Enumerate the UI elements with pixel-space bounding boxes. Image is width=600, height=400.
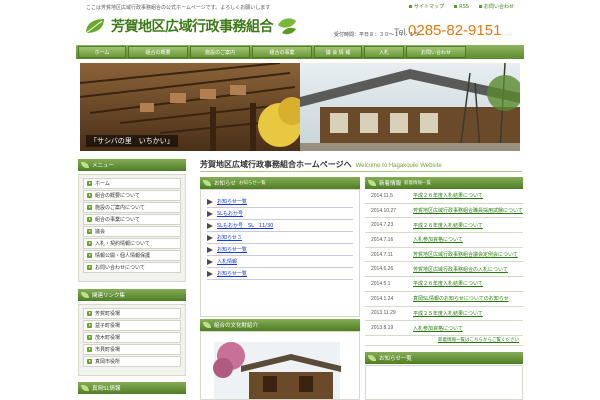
sidebar-item-assembly[interactable]: 議会	[83, 226, 181, 237]
leaf-icon	[368, 180, 376, 186]
list-item[interactable]: お知らせ一覧	[207, 268, 353, 280]
bullet-icon	[409, 5, 413, 8]
list-item[interactable]: SLもおか号 SL 11/30	[207, 220, 353, 232]
leaf-logo-icon	[85, 19, 104, 34]
top-link-contact[interactable]: お問い合わせ	[478, 3, 514, 10]
triangle-bullet-icon	[207, 258, 213, 265]
news-heading: 新着情報 新着情報一覧	[365, 177, 523, 189]
sidebar-item-contact[interactable]: お問い合わせについて	[83, 262, 181, 273]
sidebar-link-moka[interactable]: 真岡市役所	[83, 356, 181, 367]
page-wrapper: ここは芳賀地区広域行政事務組合の公式ホームページです。よろしくお願いします サイ…	[76, 0, 524, 400]
nav-bidding[interactable]: 入札	[364, 46, 404, 58]
site-logo[interactable]: 芳賀地区広域行政事務組合	[84, 16, 298, 36]
arrow-right-icon	[87, 335, 92, 340]
hero-banner: 「サシバの里 いちかい」	[80, 63, 520, 151]
sidebar-links: 芳賀町役場 益子町役場 茂木町役場 市貝町役場 真岡市役所	[78, 304, 186, 376]
top-link-sitemap[interactable]: サイトマップ	[409, 3, 444, 10]
nav-facilities[interactable]: 施設のご案内	[190, 46, 250, 58]
sidebar-menu: ホーム 組合の概要について 施設のご案内について 組合の事業について 議会 入札…	[78, 174, 186, 282]
cultural-property-photo[interactable]	[201, 332, 359, 399]
list-item[interactable]: お知らせ一覧	[207, 244, 353, 256]
notice-heading: お知らせ お知らせ一覧	[200, 177, 360, 189]
bullet-icon	[454, 5, 458, 8]
arrow-right-icon	[87, 253, 92, 258]
sidebar-item-about[interactable]: 組合の概要について	[83, 190, 181, 201]
sidebar-links-heading: 関連リンク集	[78, 289, 186, 301]
arrow-right-icon	[87, 265, 92, 270]
arrow-right-icon	[87, 359, 92, 364]
list-item[interactable]: SLもおか号	[207, 208, 353, 220]
logo-text: 芳賀地区広域行政事務組合	[111, 19, 274, 35]
leaf-icon	[81, 292, 89, 298]
sidebar-link-motegi[interactable]: 茂木町役場	[83, 332, 181, 343]
nav-projects[interactable]: 組合の事業	[252, 46, 312, 58]
main-navigation: ホーム 組合の概要 施設のご案内 組合の事業 議 会 情 報 入札 お問い合わせ	[76, 45, 524, 59]
arrow-right-icon	[87, 241, 92, 246]
triangle-bullet-icon	[207, 270, 213, 277]
table-row[interactable]: 2014.5.1 平成２６年度入札結果について	[365, 277, 523, 292]
sidebar-item-bidding[interactable]: 入札・契約情報について	[83, 238, 181, 249]
arrow-right-icon	[87, 229, 92, 234]
sidebar-link-haga[interactable]: 芳賀町役場	[83, 308, 181, 319]
arrow-right-icon	[87, 323, 92, 328]
sidebar-menu-heading: メニュー	[78, 159, 186, 171]
bullet-icon	[478, 5, 482, 8]
news-more-link[interactable]: 新着情報一覧はこちらからご覧ください	[365, 336, 523, 346]
list-item[interactable]: お知らせ一覧	[207, 196, 353, 208]
hero-caption: 「サシバの里 いちかい」	[86, 135, 178, 147]
triangle-bullet-icon	[207, 210, 213, 217]
nav-assembly[interactable]: 議 会 情 報	[314, 46, 362, 58]
table-row[interactable]: 2014.6.26 芳賀地区広域行政事務組合の入札について	[365, 262, 523, 278]
photo-box	[200, 331, 360, 400]
sidebar-link-mashiko[interactable]: 益子町役場	[83, 320, 181, 331]
leaf-icon	[203, 322, 211, 328]
leaf-logo-icon	[278, 18, 296, 35]
nav-contact[interactable]: お問い合わせ	[406, 46, 466, 58]
leaf-icon	[81, 385, 89, 391]
nav-about[interactable]: 組合の概要	[128, 46, 188, 58]
notice-list: お知らせ一覧 SLもおか号 SLもおか号 SL 11/30 お知らせ３ お知らせ…	[200, 189, 360, 317]
triangle-bullet-icon	[207, 234, 213, 241]
arrow-right-icon	[87, 311, 92, 316]
leaf-icon	[81, 162, 89, 168]
table-row[interactable]: 2014.1.24 真岡SL情報のお知らせについてのお知らせ	[365, 292, 523, 307]
phone-number: Tel.0285-82-9151	[394, 22, 502, 39]
top-links: サイトマップ RSS お問い合わせ	[409, 3, 514, 10]
news-list: 2014.11.5 平成２６年度入札結果について 2014.10.27 芳賀地区広域…	[365, 189, 523, 349]
bottom-right-heading: お知らせ一覧	[365, 352, 523, 364]
nav-home[interactable]: ホーム	[78, 46, 126, 58]
page-title: 芳賀地区広域行政事務組合ホームページへ Welcome to Hagakouik…	[200, 160, 442, 169]
sidebar-item-facilities[interactable]: 施設のご案内について	[83, 202, 181, 213]
sidebar-item-disclosure[interactable]: 情報公開・個人情報保護	[83, 250, 181, 261]
leaf-icon	[368, 355, 376, 361]
site-tagline: ここは芳賀地区広域行政事務組合の公式ホームページです。よろしくお願いします	[86, 5, 271, 11]
sidebar-sl-heading: 真岡SL情報	[78, 382, 186, 394]
leaf-icon	[203, 180, 211, 186]
photo-heading: 組合の文化財紹介	[200, 319, 360, 331]
top-link-rss[interactable]: RSS	[454, 3, 469, 10]
table-row[interactable]: 2013.8.19 入札参加資格について	[365, 321, 523, 336]
sidebar-item-projects[interactable]: 組合の事業について	[83, 214, 181, 225]
table-row[interactable]: 2013.11.29 平成２５年度入札結果について	[365, 307, 523, 322]
table-row[interactable]: 2014.7.23 平成２６年度入札結果について	[365, 218, 523, 234]
arrow-right-icon	[87, 181, 92, 186]
arrow-right-icon	[87, 193, 92, 198]
title-divider	[200, 171, 522, 172]
table-row[interactable]: 2014.7.11 芳賀地区広域行政事務組合議会定例会について	[365, 248, 523, 263]
triangle-bullet-icon	[207, 246, 213, 253]
arrow-right-icon	[87, 347, 92, 352]
bottom-right-box	[365, 365, 523, 400]
table-row[interactable]: 2014.7.16 入札参加資格について	[365, 233, 523, 248]
sidebar-item-home[interactable]: ホーム	[83, 178, 181, 189]
table-row[interactable]: 2014.11.5 平成２６年度入札結果について	[365, 189, 523, 204]
arrow-right-icon	[87, 205, 92, 210]
triangle-bullet-icon	[207, 198, 213, 205]
list-item[interactable]: お知らせ３	[207, 232, 353, 244]
list-item[interactable]: 入札情報	[207, 256, 353, 268]
table-row[interactable]: 2014.10.27 芳賀地区広域行政事務組合職員採用試験について	[365, 204, 523, 219]
arrow-right-icon	[87, 217, 92, 222]
triangle-bullet-icon	[207, 222, 213, 229]
sidebar-link-ichikai[interactable]: 市貝町役場	[83, 344, 181, 355]
